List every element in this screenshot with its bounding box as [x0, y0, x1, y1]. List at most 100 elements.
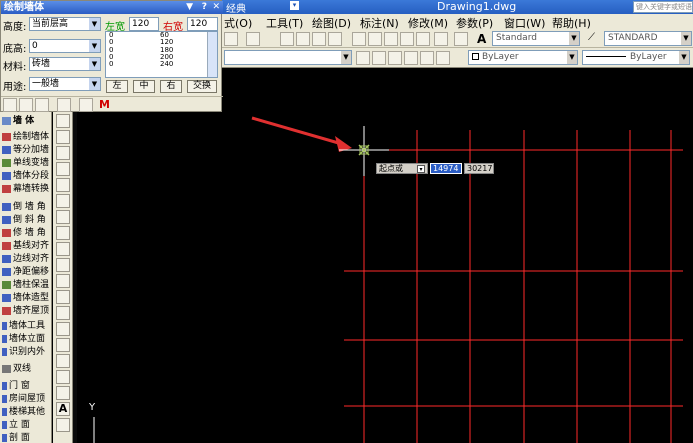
calculator-icon[interactable] — [434, 32, 448, 46]
sidebar-item-room-roof[interactable]: 房间屋顶 — [0, 393, 52, 405]
sidebar-item-identify-inout[interactable]: 识别内外 — [0, 346, 52, 358]
layer-lock-icon[interactable] — [420, 51, 434, 65]
module-icon[interactable]: M — [99, 98, 110, 111]
search-input[interactable]: 键入关键字或短语 — [633, 1, 693, 13]
line-icon[interactable] — [56, 114, 70, 128]
list-scrollbar[interactable] — [207, 32, 217, 77]
drawing-canvas[interactable] — [77, 68, 693, 443]
sidebar-item-chamfer[interactable]: 倒 斜 角 — [0, 214, 52, 226]
sidebar-item-curtain-wall[interactable]: 幕墙转换 — [0, 183, 52, 195]
layer-previous-icon[interactable] — [356, 51, 370, 65]
point-icon[interactable] — [56, 322, 70, 336]
help-icon[interactable]: ? — [202, 1, 207, 14]
straight-wall-icon[interactable] — [3, 98, 17, 112]
align-right-button[interactable]: 右 — [160, 80, 182, 93]
sheet-set-icon[interactable] — [400, 32, 414, 46]
layer-select[interactable]: ▼ — [224, 50, 352, 65]
sidebar-item-edge-align[interactable]: 边线对齐 — [0, 253, 52, 265]
menu-help[interactable]: 帮助(H) — [552, 15, 591, 31]
sidebar-item-doors-windows[interactable]: 门 窗 — [0, 380, 52, 392]
revcloud-icon[interactable] — [56, 226, 70, 240]
coord-y-input[interactable]: 30217 — [464, 163, 494, 174]
sidebar-item-draw-wall[interactable]: 绘制墙体 — [0, 131, 52, 143]
workspace-partial[interactable]: 经典 — [226, 0, 246, 15]
right-width-input[interactable]: 120 — [187, 17, 218, 31]
rectangle-icon[interactable] — [56, 178, 70, 192]
menu-window[interactable]: 窗口(W) — [504, 15, 545, 31]
region-icon[interactable] — [56, 370, 70, 384]
menu-draw[interactable]: 绘图(D) — [312, 15, 351, 31]
material-select[interactable]: 砖墙 ▼ — [29, 57, 101, 71]
menu-modify[interactable]: 修改(M) — [408, 15, 448, 31]
sidebar-item-section[interactable]: 剖 面 — [0, 432, 52, 443]
arc-icon[interactable] — [56, 194, 70, 208]
sidebar-item-repair-corner[interactable]: 修 墙 角 — [0, 227, 52, 239]
sidebar-item-wall-elevation[interactable]: 墙体立面 — [0, 333, 52, 345]
markup-icon[interactable] — [416, 32, 430, 46]
sidebar-item-align-roof[interactable]: 墙齐屋顶 — [0, 305, 52, 317]
properties-icon[interactable] — [352, 32, 366, 46]
make-block-icon[interactable] — [56, 306, 70, 320]
menu-tools[interactable]: 工具(T) — [266, 15, 303, 31]
undo-icon[interactable] — [224, 32, 238, 46]
ellipse-arc-icon[interactable] — [56, 274, 70, 288]
height-select[interactable]: 当前层高 ▼ — [29, 17, 101, 31]
sidebar-item-wall-shape[interactable]: 墙体造型 — [0, 292, 52, 304]
width-list[interactable]: 0 60 0 120 0 180 0 200 0 240 — [105, 31, 218, 78]
sidebar-item-elevation[interactable]: 立 面 — [0, 419, 52, 431]
snap-icon[interactable] — [79, 98, 93, 112]
sidebar-item-wall-tools[interactable]: 墙体工具 — [0, 320, 52, 332]
align-center-button[interactable]: 中 — [133, 80, 155, 93]
sidebar-item-wall-segment[interactable]: 墙体分段 — [0, 170, 52, 182]
sidebar-item-stairs[interactable]: 楼梯其他 — [0, 406, 52, 418]
zoom-realtime-icon[interactable] — [296, 32, 310, 46]
redo-icon[interactable] — [246, 32, 260, 46]
tool-palettes-icon[interactable] — [384, 32, 398, 46]
list-item[interactable]: 0 240 — [106, 61, 217, 68]
polygon-icon[interactable] — [56, 162, 70, 176]
circle-icon[interactable] — [56, 210, 70, 224]
zoom-previous-icon[interactable] — [328, 32, 342, 46]
left-width-input[interactable]: 120 — [129, 17, 159, 31]
menu-format[interactable]: 式(O) — [224, 15, 252, 31]
color-select[interactable]: ByLayer ▼ — [468, 50, 578, 65]
coord-x-input[interactable]: 14974 — [430, 163, 462, 174]
base-select[interactable]: 0 ▼ — [29, 39, 101, 53]
linetype-select[interactable]: ByLayer ▼ — [582, 50, 690, 65]
polyline-icon[interactable] — [56, 146, 70, 160]
swap-button[interactable]: 交换 — [187, 80, 217, 93]
text-style-select[interactable]: Standard ▼ — [492, 31, 580, 46]
spline-icon[interactable] — [56, 242, 70, 256]
construction-line-icon[interactable] — [56, 130, 70, 144]
layer-iso-icon[interactable] — [388, 51, 402, 65]
pick-icon[interactable] — [57, 98, 71, 112]
sidebar-item-insulation[interactable]: 墙柱保温 — [0, 279, 52, 291]
arc-wall-icon[interactable] — [19, 98, 33, 112]
sidebar-item-divide-wall[interactable]: 等分加墙 — [0, 144, 52, 156]
pin-icon[interactable]: ▼ — [186, 1, 193, 14]
layer-state-icon[interactable] — [372, 51, 386, 65]
rect-wall-icon[interactable] — [35, 98, 49, 112]
sidebar-item-offset[interactable]: 净距偏移 — [0, 266, 52, 278]
menu-dimension[interactable]: 标注(N) — [360, 15, 399, 31]
add-selected-icon[interactable] — [56, 418, 70, 432]
pan-icon[interactable] — [280, 32, 294, 46]
close-icon[interactable]: ✕ — [212, 1, 220, 14]
layer-freeze-icon[interactable] — [404, 51, 418, 65]
help-icon[interactable] — [454, 32, 468, 46]
gradient-icon[interactable] — [56, 354, 70, 368]
menu-parameters[interactable]: 参数(P) — [456, 15, 493, 31]
ellipse-icon[interactable] — [56, 258, 70, 272]
sidebar-item-line-to-wall[interactable]: 单线变墙 — [0, 157, 52, 169]
mtext-icon[interactable]: A — [56, 402, 70, 416]
insert-block-icon[interactable] — [56, 290, 70, 304]
design-center-icon[interactable] — [368, 32, 382, 46]
sidebar-item-double-line[interactable]: 双线 — [0, 363, 52, 375]
table-icon[interactable] — [56, 386, 70, 400]
layer-off-icon[interactable] — [436, 51, 450, 65]
prompt-options-icon[interactable]: ▾ — [417, 165, 425, 173]
usage-select[interactable]: 一般墙 ▼ — [29, 77, 101, 91]
align-left-button[interactable]: 左 — [106, 80, 128, 93]
sidebar-header[interactable]: 墙 体 — [0, 115, 52, 127]
hatch-icon[interactable] — [56, 338, 70, 352]
